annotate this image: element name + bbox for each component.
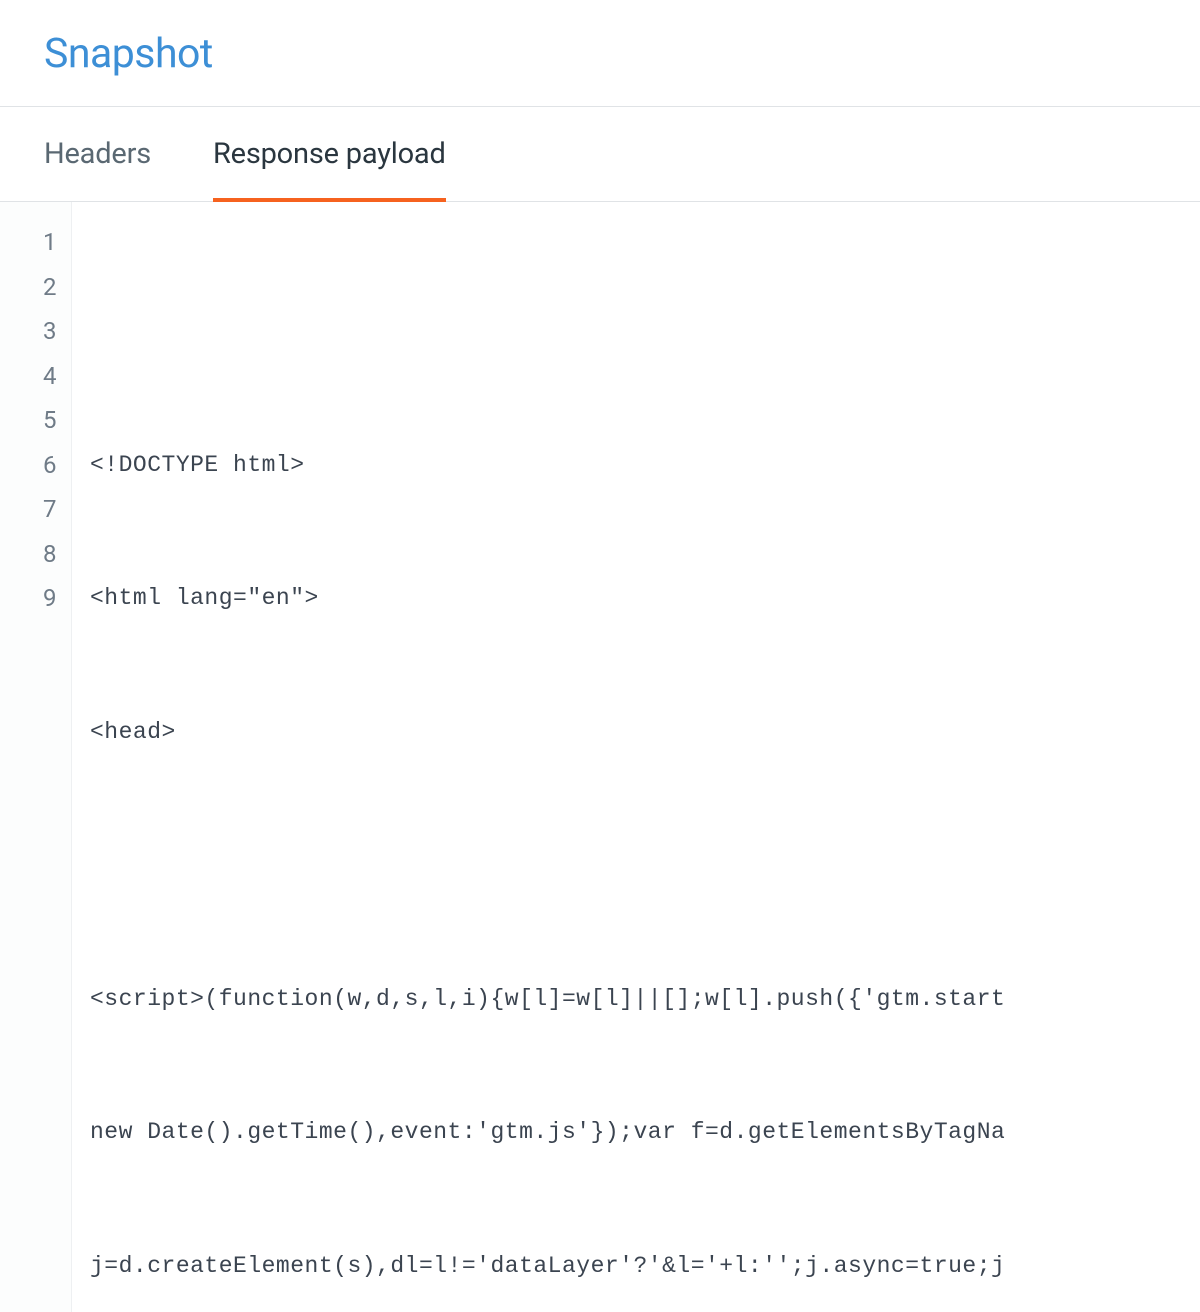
line-number-gutter: 1 2 3 4 5 6 7 8 9 xyxy=(0,202,72,1312)
line-number: 9 xyxy=(0,576,57,621)
line-number: 3 xyxy=(0,309,57,354)
code-content[interactable]: <!DOCTYPE html> <html lang="en"> <head> … xyxy=(72,202,1005,1312)
code-line: <!DOCTYPE html> xyxy=(90,443,1005,488)
line-number: 7 xyxy=(0,487,57,532)
tab-headers[interactable]: Headers xyxy=(44,107,151,201)
code-line xyxy=(90,843,1005,888)
page-title: Snapshot xyxy=(0,0,1200,106)
line-number: 2 xyxy=(0,265,57,310)
code-viewer: 1 2 3 4 5 6 7 8 9 <!DOCTYPE html> <html … xyxy=(0,202,1200,1312)
line-number: 8 xyxy=(0,532,57,577)
code-line xyxy=(90,309,1005,354)
code-line: <head> xyxy=(90,710,1005,755)
tab-response-payload[interactable]: Response payload xyxy=(213,107,446,201)
line-number: 6 xyxy=(0,443,57,488)
line-number: 1 xyxy=(0,220,57,265)
code-line: <html lang="en"> xyxy=(90,576,1005,621)
line-number: 4 xyxy=(0,354,57,399)
code-line: <script>(function(w,d,s,l,i){w[l]=w[l]||… xyxy=(90,977,1005,1022)
code-line: new Date().getTime(),event:'gtm.js'});va… xyxy=(90,1110,1005,1155)
tabs-bar: Headers Response payload xyxy=(0,107,1200,202)
code-line: j=d.createElement(s),dl=l!='dataLayer'?'… xyxy=(90,1244,1005,1289)
line-number: 5 xyxy=(0,398,57,443)
